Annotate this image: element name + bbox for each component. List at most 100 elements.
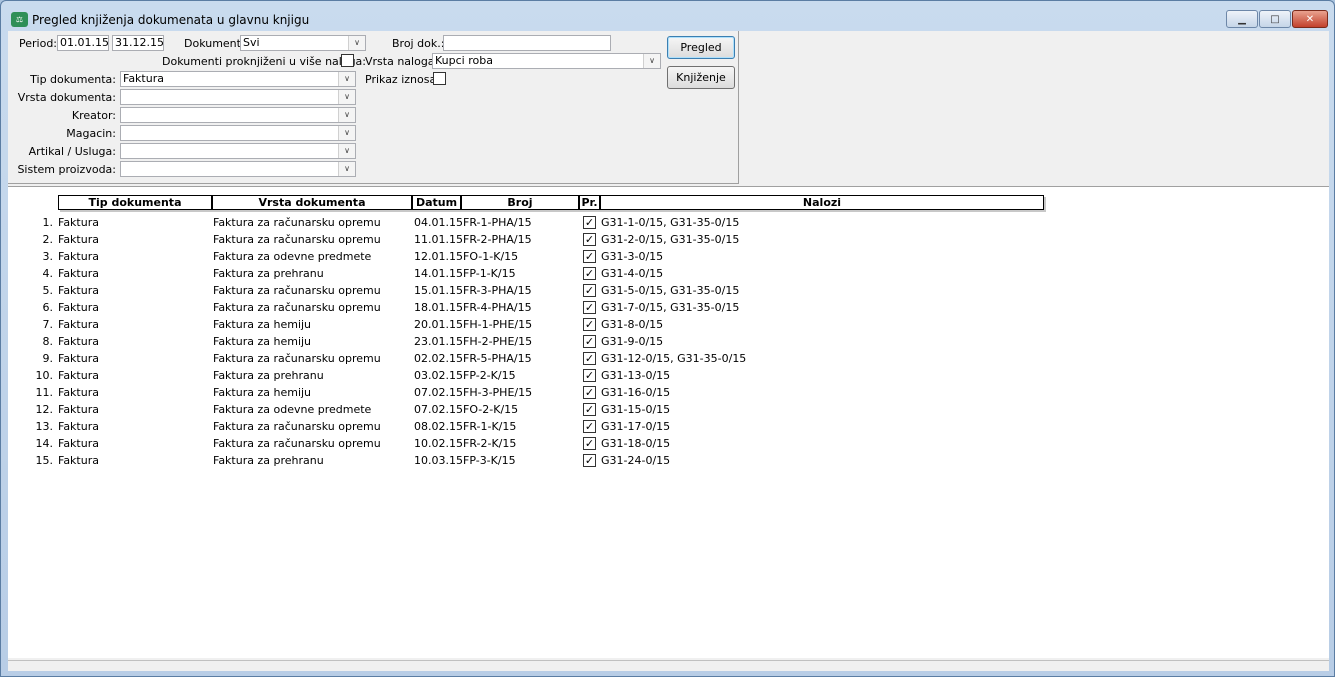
table-row[interactable]: 15. Faktura Faktura za prehranu 10.03.15 FP-…	[8, 453, 808, 470]
tip-dokumenta-value: Faktura	[123, 72, 164, 85]
pr-checkbox[interactable]: ✓	[583, 335, 596, 348]
table-row[interactable]: 4. Faktura Faktura za prehranu 14.01.15 FP-1…	[8, 266, 808, 283]
kreator-combo[interactable]: ∨	[120, 107, 356, 123]
dokumenti-combo[interactable]: Svi ∨	[240, 35, 366, 51]
broj-dok-field[interactable]	[443, 35, 611, 51]
table-row[interactable]: 5. Faktura Faktura za računarsku opremu 15.…	[8, 283, 808, 300]
datum-cell: 18.01.15	[414, 301, 463, 314]
broj-cell: FO-2-K/15	[463, 403, 519, 416]
maximize-button[interactable]: □	[1259, 10, 1291, 28]
row-number-cell: 3.	[42, 250, 54, 263]
table-row[interactable]: 8. Faktura Faktura za hemiju 23.01.15 FH-2-P…	[8, 334, 808, 351]
pr-checkbox[interactable]: ✓	[583, 454, 596, 467]
ledger-app-icon: ⚖	[11, 12, 28, 27]
vrsta-cell: Faktura za računarsku opremu	[213, 420, 381, 433]
pr-checkbox[interactable]: ✓	[583, 284, 596, 297]
pregled-button[interactable]: Pregled	[667, 36, 735, 59]
datum-cell: 10.03.15	[414, 454, 463, 467]
broj-dok-label: Broj dok.:	[392, 37, 445, 50]
column-header-pr[interactable]: Pr.	[580, 196, 601, 209]
row-number-cell: 15.	[35, 454, 54, 467]
pr-checkbox[interactable]: ✓	[583, 318, 596, 331]
column-header-nalozi[interactable]: Nalozi	[601, 196, 1043, 209]
nalozi-cell: G31-3-0/15	[601, 250, 664, 263]
kreator-label: Kreator:	[71, 109, 116, 122]
tip-cell: Faktura	[58, 369, 99, 382]
row-number-cell: 5.	[42, 284, 54, 297]
pr-checkbox[interactable]: ✓	[583, 386, 596, 399]
pr-checkbox[interactable]: ✓	[583, 233, 596, 246]
table-row[interactable]: 7. Faktura Faktura za hemiju 20.01.15 FH-1-P…	[8, 317, 808, 334]
row-number-cell: 9.	[42, 352, 54, 365]
nalozi-cell: G31-1-0/15, G31-35-0/15	[601, 216, 740, 229]
pr-checkbox[interactable]: ✓	[583, 420, 596, 433]
sistem-combo[interactable]: ∨	[120, 161, 356, 177]
nalozi-cell: G31-12-0/15, G31-35-0/15	[601, 352, 747, 365]
vrsta-dokumenta-label: Vrsta dokumenta:	[17, 91, 116, 104]
tip-cell: Faktura	[58, 216, 99, 229]
pr-checkbox[interactable]: ✓	[583, 267, 596, 280]
vrsta-naloga-combo[interactable]: Kupci roba ∨	[432, 53, 661, 69]
proknjizeni-checkbox[interactable]	[341, 54, 354, 67]
close-button[interactable]: ✕	[1292, 10, 1328, 28]
row-number-cell: 7.	[42, 318, 54, 331]
chevron-down-icon[interactable]: ∨	[338, 72, 355, 86]
table-row[interactable]: 2. Faktura Faktura za računarsku opremu 11.…	[8, 232, 808, 249]
pr-checkbox[interactable]: ✓	[583, 352, 596, 365]
window-title: Pregled knjiženja dokumenata u glavnu kn…	[32, 13, 310, 27]
nalozi-cell: G31-4-0/15	[601, 267, 664, 280]
datum-cell: 07.02.15	[414, 403, 463, 416]
vrsta-cell: Faktura za odevne predmete	[213, 250, 372, 263]
pr-checkbox[interactable]: ✓	[583, 301, 596, 314]
table-row[interactable]: 10. Faktura Faktura za prehranu 03.02.15 FP-…	[8, 368, 808, 385]
chevron-down-icon[interactable]: ∨	[338, 126, 355, 140]
pr-checkbox[interactable]: ✓	[583, 216, 596, 229]
tip-dokumenta-combo[interactable]: Faktura ∨	[120, 71, 356, 87]
chevron-down-icon[interactable]: ∨	[338, 90, 355, 104]
period-from-field[interactable]: 01.01.15	[57, 35, 109, 51]
table-row[interactable]: 9. Faktura Faktura za računarsku opremu 02.…	[8, 351, 808, 368]
minimize-button[interactable]: ▁	[1226, 10, 1258, 28]
table-row[interactable]: 1. Faktura Faktura za računarsku opremu 04.…	[8, 215, 808, 232]
vrsta-dokumenta-combo[interactable]: ∨	[120, 89, 356, 105]
filter-panel: Period: 01.01.15 31.12.15 Dokumenti: Svi…	[8, 31, 739, 184]
chevron-down-icon[interactable]: ∨	[643, 54, 660, 68]
row-number-cell: 11.	[35, 386, 54, 399]
row-number-cell: 6.	[42, 301, 54, 314]
chevron-down-icon[interactable]: ∨	[338, 108, 355, 122]
artikal-combo[interactable]: ∨	[120, 143, 356, 159]
pr-checkbox[interactable]: ✓	[583, 403, 596, 416]
pr-checkbox[interactable]: ✓	[583, 250, 596, 263]
vrsta-cell: Faktura za hemiju	[213, 335, 312, 348]
datum-cell: 04.01.15	[414, 216, 463, 229]
pr-checkbox[interactable]: ✓	[583, 369, 596, 382]
prikaz-iznosa-checkbox[interactable]	[433, 72, 446, 85]
column-header-datum[interactable]: Datum	[413, 196, 462, 209]
column-header-broj[interactable]: Broj	[462, 196, 580, 209]
knjizenje-button[interactable]: Knjiženje	[667, 66, 735, 89]
broj-cell: FP-1-K/15	[463, 267, 516, 280]
table-row[interactable]: 13. Faktura Faktura za računarsku opremu 08…	[8, 419, 808, 436]
vrsta-cell: Faktura za hemiju	[213, 386, 312, 399]
magacin-combo[interactable]: ∨	[120, 125, 356, 141]
pr-checkbox[interactable]: ✓	[583, 437, 596, 450]
period-to-field[interactable]: 31.12.15	[112, 35, 164, 51]
table-row[interactable]: 6. Faktura Faktura za računarsku opremu 18.…	[8, 300, 808, 317]
column-header-tip[interactable]: Tip dokumenta	[59, 196, 213, 209]
chevron-down-icon[interactable]: ∨	[338, 144, 355, 158]
table-row[interactable]: 12. Faktura Faktura za odevne predmete 07.0…	[8, 402, 808, 419]
table-row[interactable]: 14. Faktura Faktura za računarsku opremu 10…	[8, 436, 808, 453]
table-row[interactable]: 11. Faktura Faktura za hemiju 07.02.15 FH-3-…	[8, 385, 808, 402]
datum-cell: 14.01.15	[414, 267, 463, 280]
table-row[interactable]: 3. Faktura Faktura za odevne predmete 12.01…	[8, 249, 808, 266]
prikaz-iznosa-label: Prikaz iznosa:	[365, 73, 440, 86]
row-number-cell: 12.	[35, 403, 54, 416]
chevron-down-icon[interactable]: ∨	[348, 36, 365, 50]
column-header-vrsta[interactable]: Vrsta dokumenta	[213, 196, 413, 209]
tip-cell: Faktura	[58, 335, 99, 348]
vrsta-cell: Faktura za hemiju	[213, 318, 312, 331]
datum-cell: 15.01.15	[414, 284, 463, 297]
chevron-down-icon[interactable]: ∨	[338, 162, 355, 176]
period-label: Period:	[19, 37, 58, 50]
title-bar[interactable]: ⚖ Pregled knjiženja dokumenata u glavnu …	[1, 1, 1334, 31]
